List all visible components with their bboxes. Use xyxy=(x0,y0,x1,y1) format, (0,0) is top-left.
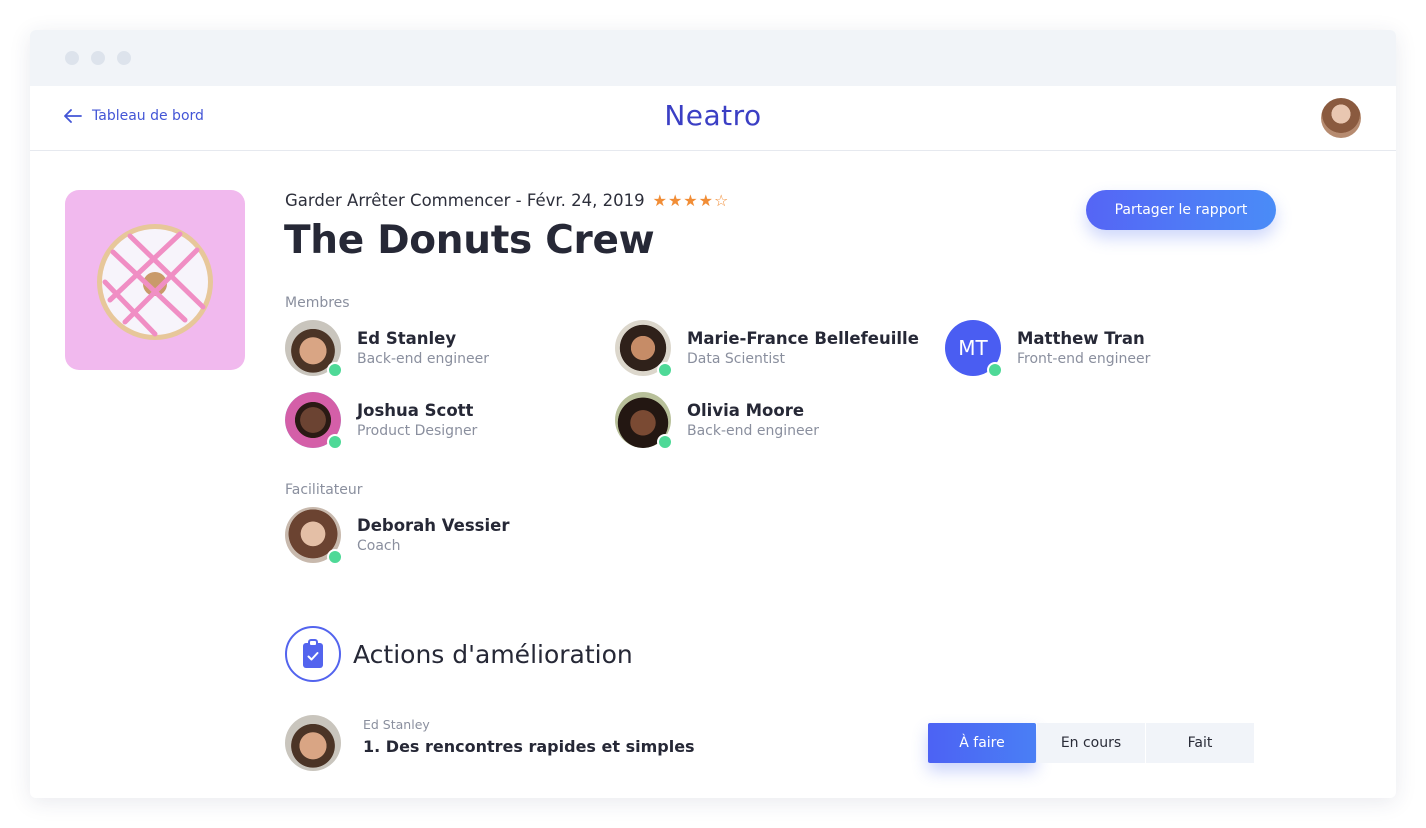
share-report-button[interactable]: Partager le rapport xyxy=(1086,190,1276,230)
member-role: Back-end engineer xyxy=(687,423,819,439)
board-meta-text: Garder Arrêter Commencer - Févr. 24, 201… xyxy=(285,191,645,210)
star-outline-icon: ☆ xyxy=(713,190,729,210)
team-image xyxy=(65,190,245,370)
window-titlebar xyxy=(30,30,1396,86)
user-avatar[interactable] xyxy=(1321,98,1361,138)
back-to-dashboard-link[interactable]: Tableau de bord xyxy=(64,108,204,124)
online-indicator xyxy=(327,549,343,565)
members-label: Membres xyxy=(285,295,350,311)
action-text: 1. Des rencontres rapides et simples xyxy=(363,737,695,756)
action-item[interactable]: Ed Stanley 1. Des rencontres rapides et … xyxy=(285,715,695,771)
member-name: Olivia Moore xyxy=(687,401,805,420)
member-role: Product Designer xyxy=(357,423,478,439)
online-indicator xyxy=(987,362,1003,378)
team-title: The Donuts Crew xyxy=(284,218,655,263)
window-dot xyxy=(117,51,131,65)
facilitator-label: Facilitateur xyxy=(285,482,363,498)
facilitator-role: Coach xyxy=(357,538,401,554)
member-ed-stanley[interactable]: Ed Stanley Back-end engineer xyxy=(285,320,489,378)
avatar xyxy=(285,715,341,771)
member-marie-france-bellefeuille[interactable]: Marie-France Bellefeuille Data Scientist xyxy=(615,320,919,378)
member-name: Ed Stanley xyxy=(357,329,457,348)
browser-window: Tableau de bord Neatro Garder Arrêter Co… xyxy=(30,30,1396,798)
board-meta: Garder Arrêter Commencer - Févr. 24, 201… xyxy=(285,191,728,210)
window-dot xyxy=(65,51,79,65)
facilitator-name: Deborah Vessier xyxy=(357,516,510,535)
online-indicator xyxy=(657,362,673,378)
star-icon: ★ xyxy=(683,190,698,210)
member-matthew-tran[interactable]: MT Matthew Tran Front-end engineer xyxy=(945,320,1151,378)
member-role: Back-end engineer xyxy=(357,351,489,367)
member-name: Marie-France Bellefeuille xyxy=(687,329,919,348)
status-todo-button[interactable]: À faire xyxy=(928,723,1036,763)
star-icon: ★ xyxy=(652,190,667,210)
donut-image xyxy=(97,224,213,340)
app-logo[interactable]: Neatro xyxy=(664,99,761,132)
member-joshua-scott[interactable]: Joshua Scott Product Designer xyxy=(285,392,478,450)
member-name: Matthew Tran xyxy=(1017,329,1145,348)
online-indicator xyxy=(327,434,343,450)
online-indicator xyxy=(327,362,343,378)
window-dot xyxy=(91,51,105,65)
member-name: Joshua Scott xyxy=(357,401,474,420)
back-label: Tableau de bord xyxy=(92,108,204,124)
member-role: Front-end engineer xyxy=(1017,351,1151,367)
actions-header: Actions d'amélioration xyxy=(285,626,633,682)
member-olivia-moore[interactable]: Olivia Moore Back-end engineer xyxy=(615,392,819,450)
app-header: Tableau de bord Neatro xyxy=(30,86,1396,151)
clipboard-check-icon xyxy=(285,626,341,682)
star-icon: ★ xyxy=(698,190,713,210)
member-role: Data Scientist xyxy=(687,351,785,367)
arrow-left-icon xyxy=(64,109,82,123)
online-indicator xyxy=(657,434,673,450)
action-status-toggle: À faire En cours Fait xyxy=(928,723,1255,763)
status-in-progress-button[interactable]: En cours xyxy=(1037,723,1145,763)
status-done-button[interactable]: Fait xyxy=(1146,723,1254,763)
rating-stars: ★ ★ ★ ★ ☆ xyxy=(652,190,729,210)
facilitator-deborah-vessier[interactable]: Deborah Vessier Coach xyxy=(285,507,510,565)
actions-title: Actions d'amélioration xyxy=(353,639,633,669)
action-owner: Ed Stanley xyxy=(363,717,430,732)
star-icon: ★ xyxy=(667,190,683,210)
